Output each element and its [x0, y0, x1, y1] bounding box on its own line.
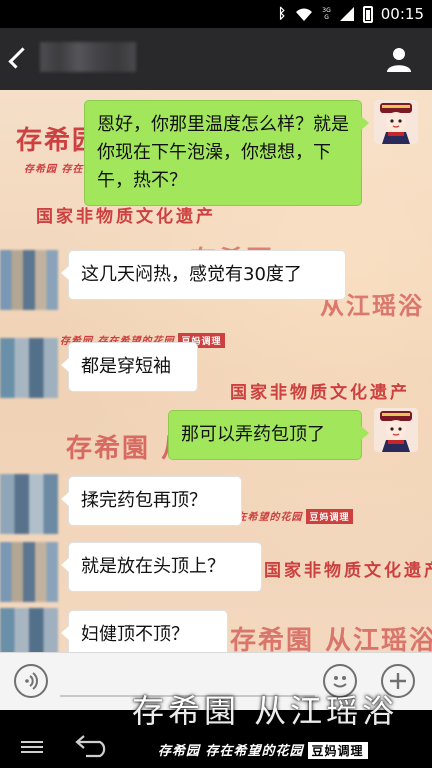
battery-icon: [362, 5, 373, 23]
system-nav-bar: 存希園 从江瑶浴 存希园 存在希望的花园 豆妈调理: [0, 692, 432, 768]
message-bubble-received[interactable]: 这几天闷热，感觉有30度了: [61, 250, 346, 300]
doll-avatar-icon: [374, 408, 418, 452]
nav-back-icon[interactable]: [72, 734, 112, 758]
wifi-icon: [296, 8, 313, 21]
status-time: 00:15: [380, 5, 424, 23]
message-bubble-received[interactable]: 揉完药包再顶？: [61, 476, 242, 526]
voice-icon: [25, 672, 38, 690]
contact-avatar[interactable]: [0, 338, 58, 398]
my-avatar[interactable]: [374, 100, 418, 144]
network-type-badge: 3G G: [322, 7, 331, 21]
chat-header: [0, 28, 432, 90]
message-bubble-sent[interactable]: 恩好，你那里温度怎么样？就是你现在下午泡澡，你想想，下午，热不？: [84, 100, 369, 206]
message-bubble-received[interactable]: 妇健顶不顶？: [61, 610, 228, 652]
message-bubble-received[interactable]: 就是放在头顶上？: [61, 542, 262, 592]
footer-brand-box: 豆妈调理: [307, 742, 368, 759]
watermark-heritage: 国家非物质文化遗产: [230, 383, 410, 403]
message-bubble-sent[interactable]: 那可以弄药包顶了: [168, 410, 369, 460]
bluetooth-icon: ᛒ: [277, 6, 287, 22]
chat-area[interactable]: 存希园 存希园 存在希望的花园豆妈调理 存希园 国家非物质文化遗产 从江瑶浴 存…: [0, 90, 432, 652]
footer-watermark-subtitle: 存希园 存在希望的花园 豆妈调理: [158, 740, 368, 759]
watermark-logo-full: 存希園 从江瑶浴: [230, 626, 432, 652]
back-arrow-icon[interactable]: [8, 47, 30, 69]
message-bubble-received[interactable]: 都是穿短袖: [61, 342, 198, 392]
signal-icon: [339, 7, 354, 21]
contact-avatar[interactable]: [0, 542, 58, 602]
contact-avatar[interactable]: [0, 474, 58, 534]
status-bar: ᛒ 3G G 00:15: [0, 0, 432, 28]
menu-icon[interactable]: [20, 740, 44, 754]
footer-watermark-logo: 存希園 从江瑶浴: [132, 692, 399, 730]
contact-avatar[interactable]: [0, 250, 58, 310]
contact-name-blurred: [40, 42, 136, 72]
doll-avatar-icon: [374, 100, 418, 144]
voice-input-button[interactable]: [14, 664, 48, 698]
my-avatar[interactable]: [374, 408, 418, 452]
watermark-heritage: 国家非物质文化遗产: [264, 561, 432, 581]
profile-icon[interactable]: [386, 46, 412, 72]
contact-avatar[interactable]: [0, 608, 58, 652]
